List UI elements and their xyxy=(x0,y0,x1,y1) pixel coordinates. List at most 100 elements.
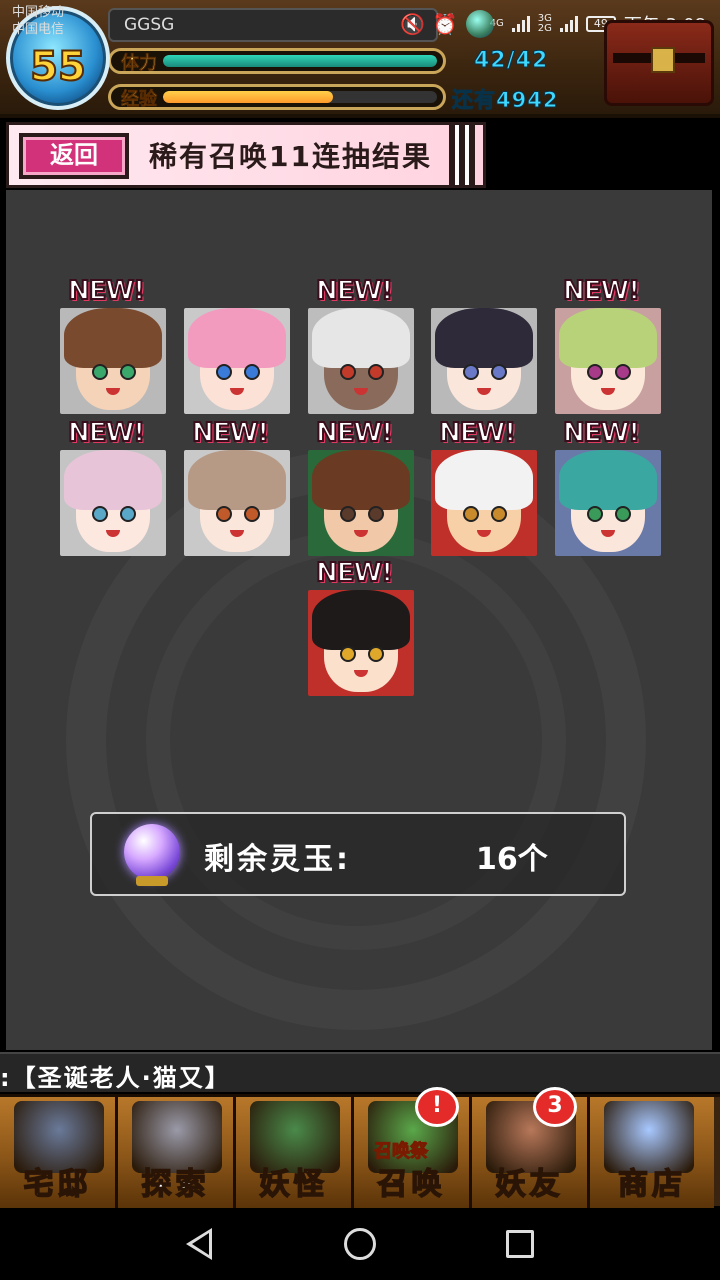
home-icon[interactable] xyxy=(344,1228,376,1260)
notification-badge: ! xyxy=(415,1087,459,1127)
nav-explore-label: 探索 xyxy=(141,1166,210,1203)
notification-badge: 3 xyxy=(533,1087,577,1127)
result-card[interactable] xyxy=(431,308,537,414)
character-eye xyxy=(491,506,507,522)
recent-apps-icon[interactable] xyxy=(506,1230,534,1258)
result-card[interactable] xyxy=(308,450,414,556)
stamina-value: 42/42 xyxy=(473,48,549,74)
carrier-2: 中国电信 xyxy=(12,22,65,37)
character-eye xyxy=(340,506,356,522)
app-title: GGSG xyxy=(108,8,438,42)
gift-chest-icon[interactable] xyxy=(604,20,714,106)
character-eye xyxy=(587,364,603,380)
stamina-label: 体力 xyxy=(121,53,158,75)
character-eye xyxy=(216,364,232,380)
carrier-1: 中国移动 xyxy=(12,5,65,20)
character-hair xyxy=(559,308,657,368)
character-hair xyxy=(435,450,533,510)
player-level: 55 xyxy=(29,43,87,91)
character-hair xyxy=(312,308,410,368)
nav-friends-button[interactable]: 妖友 3 xyxy=(472,1087,590,1209)
nav-friends-label: 妖友 xyxy=(495,1166,564,1203)
character-hair xyxy=(64,450,162,510)
nav-shop-label: 商店 xyxy=(617,1166,686,1203)
character-hair xyxy=(188,308,286,368)
result-card[interactable] xyxy=(431,450,537,556)
character-hair xyxy=(312,450,410,510)
result-card[interactable] xyxy=(308,590,414,696)
globe-icon xyxy=(465,10,494,38)
android-navigation-bar xyxy=(0,1208,720,1280)
title-decoration xyxy=(449,125,475,185)
character-eye xyxy=(587,506,603,522)
summon-results-area: NEW! NEW! NEW! NEW! NEW! NEW! NEW! NEW! NEW! 剩余灵… xyxy=(6,190,712,1050)
character-hair xyxy=(312,590,410,650)
remaining-orbs-panel: 剩余灵玉: 16个 xyxy=(90,812,626,896)
result-card[interactable] xyxy=(555,450,661,556)
character-eye xyxy=(491,364,507,380)
back-button[interactable]: 返回 xyxy=(19,133,129,179)
character-hair xyxy=(559,450,657,510)
character-eye xyxy=(120,364,136,380)
character-eye xyxy=(368,646,384,662)
exp-label: 经验 xyxy=(121,89,158,111)
new-badge: NEW! xyxy=(438,417,517,449)
nav-yokai-button[interactable]: 妖怪 xyxy=(236,1097,354,1209)
remaining-orbs-count: 16个 xyxy=(476,842,548,877)
character-eye xyxy=(463,364,479,380)
nav-explore-button[interactable]: 探索 xyxy=(118,1097,236,1209)
summon-festival-tag: 召唤祭 xyxy=(374,1141,429,1163)
nav-summon-label: 召唤 xyxy=(377,1166,446,1203)
stamina-fill xyxy=(163,55,437,67)
character-eye xyxy=(463,506,479,522)
character-hair xyxy=(435,308,533,368)
player-header: 55 中国移动 中国电信 GGSG 🔇 ⏰ 4G 3G 2G 49 下午 3:0… xyxy=(0,0,720,118)
new-badge: NEW! xyxy=(67,275,146,307)
title-strip: 返回 稀有召唤11连抽结果 xyxy=(6,122,486,188)
result-card[interactable] xyxy=(555,308,661,414)
character-eye xyxy=(368,364,384,380)
new-badge: NEW! xyxy=(315,557,394,589)
page-title: 稀有召唤11连抽结果 xyxy=(149,140,432,173)
news-ticker: :【圣诞老人·猫又】 xyxy=(0,1052,720,1092)
nav-mansion-button[interactable]: 宅邸 xyxy=(0,1097,118,1209)
character-eye xyxy=(92,506,108,522)
result-card[interactable] xyxy=(184,450,290,556)
app-root: 55 中国移动 中国电信 GGSG 🔇 ⏰ 4G 3G 2G 49 下午 3:0… xyxy=(0,0,720,1280)
signal-icon-2 xyxy=(559,16,578,32)
nav-shop-button[interactable]: 商店 xyxy=(590,1097,714,1209)
exp-bar: 经验 xyxy=(108,84,446,110)
ticker-text: :【圣诞老人·猫又】 xyxy=(0,1064,231,1092)
result-card[interactable] xyxy=(308,308,414,414)
nav-mansion-label: 宅邸 xyxy=(23,1166,92,1203)
bottom-nav: 宅邸 探索 妖怪 召唤祭 召唤! 妖友 3 商店 xyxy=(0,1087,720,1209)
new-badge: NEW! xyxy=(315,275,394,307)
character-eye xyxy=(120,506,136,522)
character-eye xyxy=(615,506,631,522)
mute-icon: 🔇 xyxy=(400,12,425,36)
result-card[interactable] xyxy=(60,450,166,556)
new-badge: NEW! xyxy=(562,417,641,449)
character-eye xyxy=(340,646,356,662)
carrier-info: 中国移动 中国电信 xyxy=(12,4,64,38)
new-badge: NEW! xyxy=(315,417,394,449)
back-icon[interactable] xyxy=(186,1228,212,1260)
result-card[interactable] xyxy=(60,308,166,414)
character-hair xyxy=(188,450,286,510)
nav-yokai-label: 妖怪 xyxy=(259,1166,328,1203)
orb-stand-icon xyxy=(136,876,168,886)
network-2g-label: 2G xyxy=(537,23,552,34)
exp-remaining: 还有4942 xyxy=(451,88,559,113)
character-eye xyxy=(340,364,356,380)
character-eye xyxy=(615,364,631,380)
exp-fill xyxy=(163,91,333,103)
status-icons: 🔇 ⏰ xyxy=(400,10,494,38)
result-card[interactable] xyxy=(184,308,290,414)
stamina-bar: 体力 xyxy=(108,48,446,74)
remaining-orbs-label: 剩余灵玉: xyxy=(204,842,351,877)
new-badge: NEW! xyxy=(562,275,641,307)
character-eye xyxy=(368,506,384,522)
new-badge: NEW! xyxy=(67,417,146,449)
new-badge: NEW! xyxy=(191,417,270,449)
nav-summon-button[interactable]: 召唤祭召唤! xyxy=(354,1087,472,1209)
